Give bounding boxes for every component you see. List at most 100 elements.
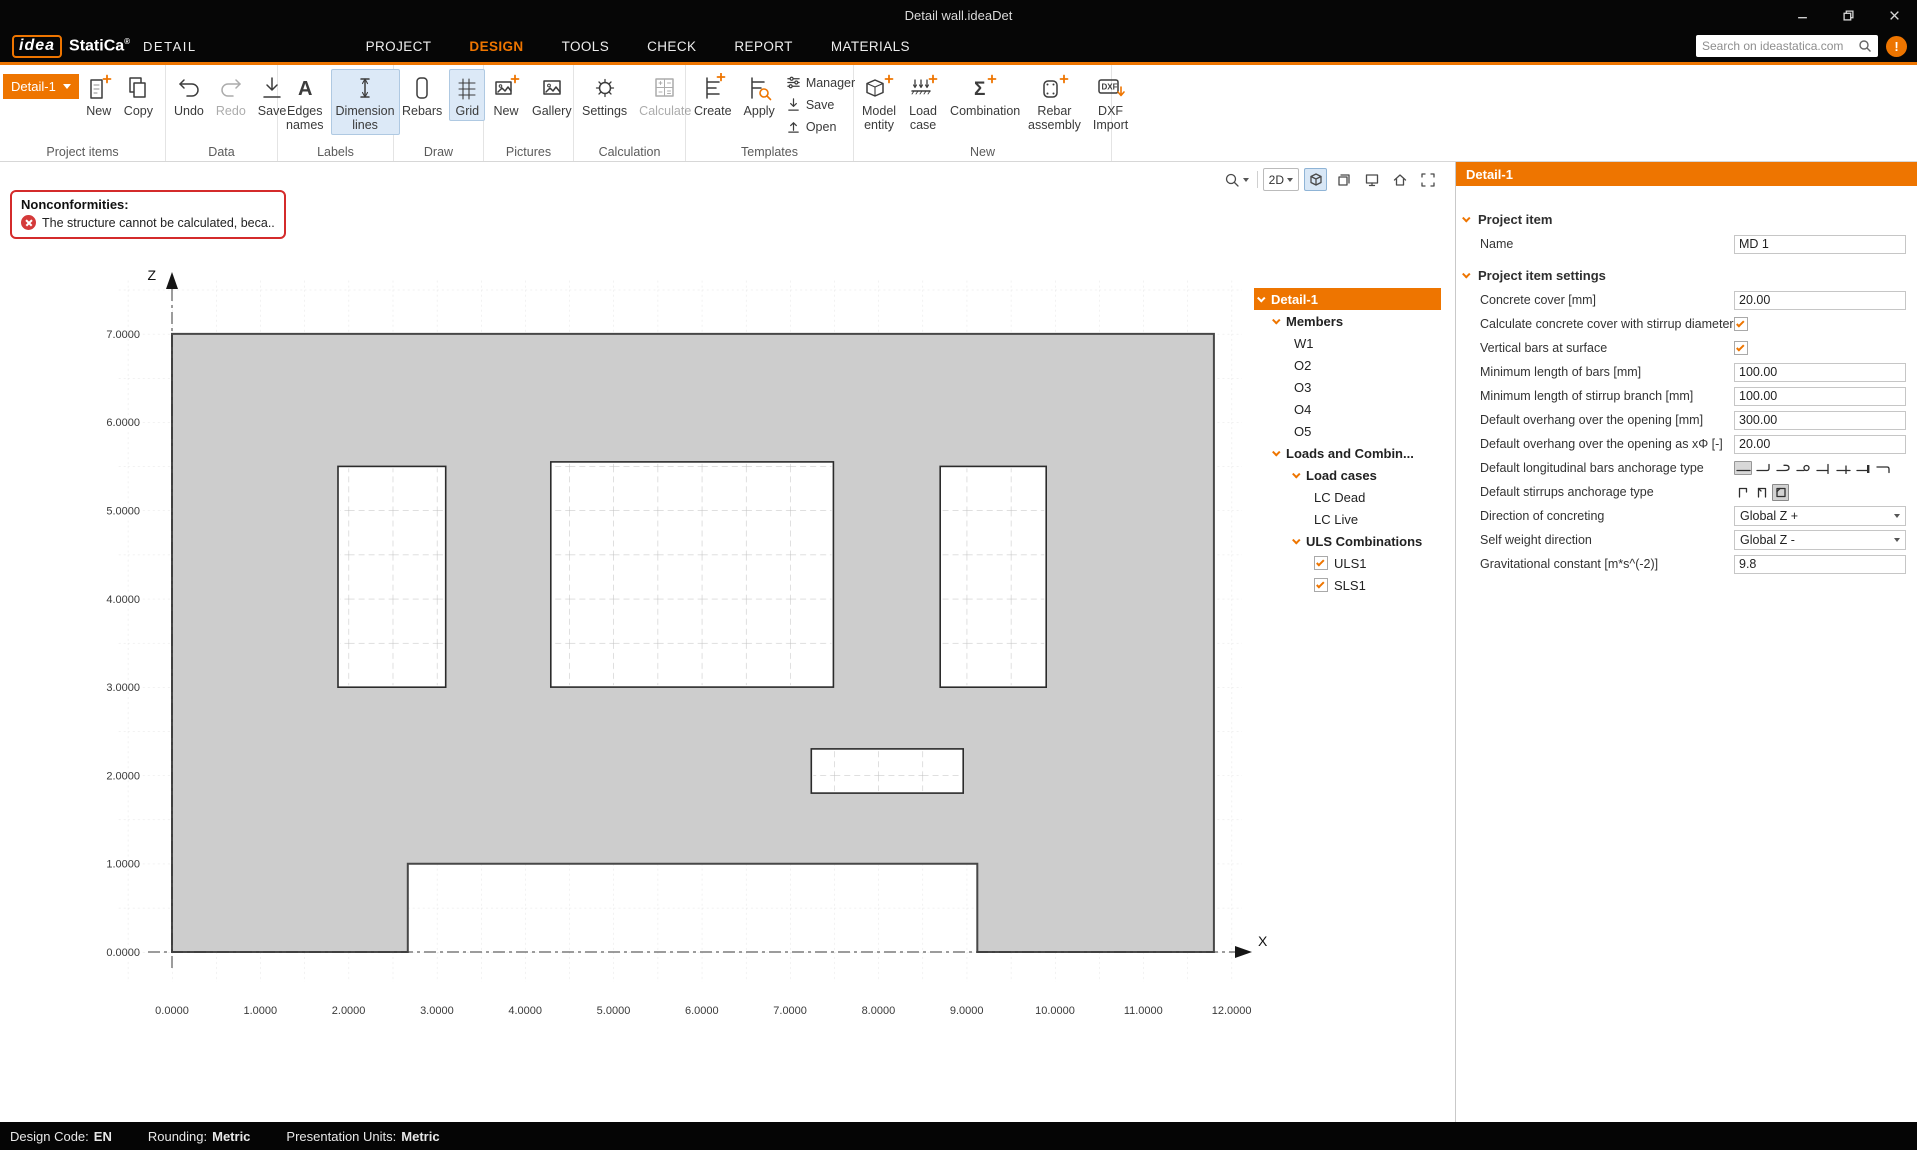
anchorage-straight-icon[interactable]	[1734, 461, 1752, 475]
template-save-button[interactable]: Save	[782, 94, 859, 115]
tab-design[interactable]: DESIGN	[450, 30, 542, 62]
new-project-item-button[interactable]: New	[81, 69, 117, 121]
anchorage-hook-icon[interactable]	[1774, 461, 1792, 475]
tree-item-lc-dead[interactable]: LC Dead	[1254, 486, 1441, 508]
anchorage-welded-cross-icon[interactable]	[1834, 461, 1852, 475]
sigma-plus-icon: Σ	[968, 72, 998, 104]
rounding-status: Rounding: Metric	[148, 1129, 251, 1144]
nonconformities-alert[interactable]: Nonconformities: The structure cannot be…	[10, 190, 286, 239]
dimension-lines-button[interactable]: Dimension lines	[331, 69, 400, 135]
axonometry-toggle[interactable]	[1304, 168, 1327, 191]
views-stack-button[interactable]	[1332, 168, 1355, 191]
save-small-icon	[786, 97, 801, 112]
tree-item-detail[interactable]: Detail-1	[1254, 288, 1441, 310]
x-tick: 2.0000	[332, 1005, 366, 1017]
tab-report[interactable]: REPORT	[715, 30, 811, 62]
z-tick: 1.0000	[106, 859, 140, 871]
zoom-tool-button[interactable]	[1221, 168, 1252, 191]
concrete-cover-input[interactable]	[1734, 291, 1906, 310]
anchorage-loop-icon[interactable]	[1794, 461, 1812, 475]
magnifier-icon	[1224, 172, 1240, 188]
layers-icon	[1336, 172, 1352, 188]
overhang-mm-input[interactable]	[1734, 411, 1906, 430]
chevron-down-icon	[1287, 178, 1293, 182]
model-entity-button[interactable]: Model entity	[857, 69, 901, 135]
tab-check[interactable]: CHECK	[628, 30, 715, 62]
drawing-canvas[interactable]: Z X 7.0000 6.0000 5.0000 4.0000 3.0000 2…	[0, 162, 1455, 1122]
grid-button[interactable]: Grid	[449, 69, 485, 121]
view-mode-dropdown[interactable]: 2D	[1263, 168, 1299, 191]
template-manager-button[interactable]: Manager	[782, 72, 859, 93]
name-input[interactable]	[1734, 235, 1906, 254]
tree-item-o2[interactable]: O2	[1254, 354, 1441, 376]
help-icon[interactable]: !	[1886, 36, 1907, 57]
search-input[interactable]	[1702, 39, 1858, 53]
close-icon[interactable]	[1871, 0, 1917, 30]
sls1-checkbox[interactable]	[1314, 578, 1328, 592]
new-picture-button[interactable]: New	[487, 69, 525, 121]
settings-button[interactable]: Settings	[577, 69, 632, 121]
concreting-direction-select[interactable]: Global Z +	[1734, 506, 1906, 526]
x-tick: 8.0000	[862, 1005, 896, 1017]
presentation-button[interactable]	[1360, 168, 1383, 191]
vertical-bars-checkbox[interactable]	[1734, 341, 1748, 355]
tab-tools[interactable]: TOOLS	[543, 30, 629, 62]
min-stirrup-length-input[interactable]	[1734, 387, 1906, 406]
tree-item-lc-live[interactable]: LC Live	[1254, 508, 1441, 530]
create-template-button[interactable]: Create	[689, 69, 737, 121]
detail-selector[interactable]: Detail-1	[3, 74, 79, 99]
overhang-xd-input[interactable]	[1734, 435, 1906, 454]
load-case-button[interactable]: Load case	[903, 69, 943, 135]
combination-button[interactable]: Σ Combination	[945, 69, 1021, 121]
apply-template-button[interactable]: Apply	[739, 69, 780, 121]
stirrup-anchorage-closed-icon[interactable]	[1772, 484, 1789, 501]
tree-item-uls1[interactable]: ULS1	[1254, 552, 1441, 574]
nonconformities-message: The structure cannot be calculated, beca…	[42, 216, 275, 230]
anchorage-t-end-icon[interactable]	[1814, 461, 1832, 475]
tree-item-members[interactable]: Members	[1254, 310, 1441, 332]
tree-item-w1[interactable]: W1	[1254, 332, 1441, 354]
tree-item-o3[interactable]: O3	[1254, 376, 1441, 398]
minimize-icon[interactable]	[1779, 0, 1825, 30]
tab-materials[interactable]: MATERIALS	[812, 30, 929, 62]
anchorage-bend-up-icon[interactable]	[1754, 461, 1772, 475]
calc-cover-checkbox[interactable]	[1734, 317, 1748, 331]
template-open-button[interactable]: Open	[782, 116, 859, 137]
edges-names-button[interactable]: A Edges names	[281, 69, 329, 135]
tree-item-uls-combinations[interactable]: ULS Combinations	[1254, 530, 1441, 552]
home-view-button[interactable]	[1388, 168, 1411, 191]
stirrup-anchorage-hook-icon[interactable]	[1734, 484, 1751, 501]
idea-logo: idea	[12, 35, 62, 58]
section-project-item[interactable]: Project item	[1456, 206, 1917, 232]
anchorage-bend-down-icon[interactable]	[1874, 461, 1892, 475]
tab-project[interactable]: PROJECT	[347, 30, 451, 62]
copy-project-item-button[interactable]: Copy	[119, 69, 158, 121]
section-project-item-settings[interactable]: Project item settings	[1456, 262, 1917, 288]
min-bar-length-input[interactable]	[1734, 363, 1906, 382]
tree-item-o4[interactable]: O4	[1254, 398, 1441, 420]
rebars-button[interactable]: Rebars	[397, 69, 447, 121]
stirrup-anchorage-open-icon[interactable]	[1753, 484, 1770, 501]
titlebar: Detail wall.ideaDet	[0, 0, 1917, 30]
app-logo: idea StatiCa® DETAIL	[0, 30, 197, 62]
statusbar: Design Code: EN Rounding: Metric Present…	[0, 1122, 1917, 1150]
check-icon	[1736, 343, 1744, 351]
property-row-overhang-xd: Default overhang over the opening as xΦ …	[1456, 432, 1917, 456]
properties-panel: Detail-1 Project item Name Project item …	[1455, 162, 1917, 1122]
statica-logo: StatiCa®	[69, 37, 130, 55]
rebar-assembly-button[interactable]: Rebar assembly	[1023, 69, 1086, 135]
dxf-import-button[interactable]: DXF DXF Import	[1088, 69, 1133, 135]
tree-item-o5[interactable]: O5	[1254, 420, 1441, 442]
undo-button[interactable]: Undo	[169, 69, 209, 121]
anchorage-plate-icon[interactable]	[1854, 461, 1872, 475]
gallery-button[interactable]: Gallery	[527, 69, 577, 121]
gravity-input[interactable]	[1734, 555, 1906, 574]
zoom-fit-button[interactable]	[1416, 168, 1439, 191]
tree-item-sls1[interactable]: SLS1	[1254, 574, 1441, 596]
restore-icon[interactable]	[1825, 0, 1871, 30]
self-weight-direction-select[interactable]: Global Z -	[1734, 530, 1906, 550]
tree-item-loads[interactable]: Loads and Combin...	[1254, 442, 1441, 464]
tree-item-load-cases[interactable]: Load cases	[1254, 464, 1441, 486]
uls1-checkbox[interactable]	[1314, 556, 1328, 570]
x-tick: 7.0000	[773, 1005, 807, 1017]
